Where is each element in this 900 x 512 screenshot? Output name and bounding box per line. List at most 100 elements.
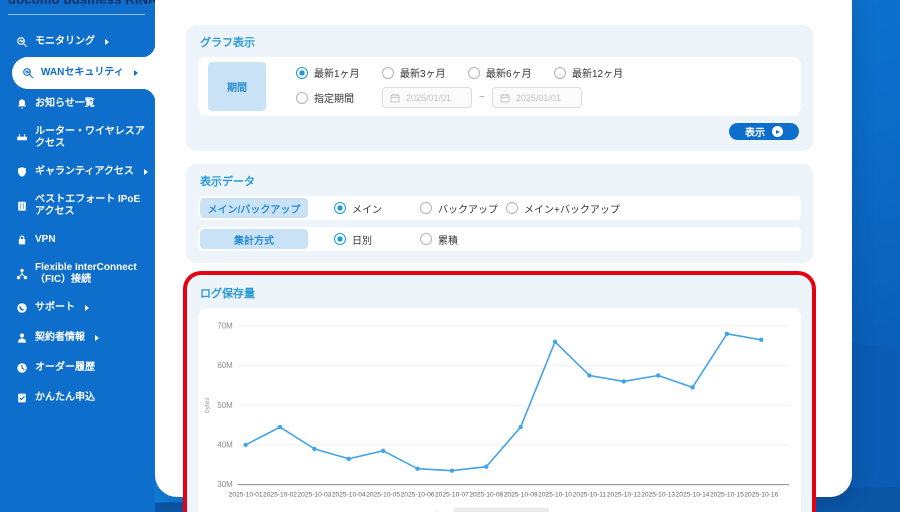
show-button-label: 表示	[745, 128, 765, 139]
chevron-right-icon	[95, 335, 99, 341]
radio-label: 最新12ヶ月	[572, 69, 624, 80]
radio-icon	[382, 66, 394, 79]
sidebar-item-best-effort-ipoe[interactable]: ベストエフォート IPoEアクセス	[0, 187, 155, 225]
svg-text:2025-10-13: 2025-10-13	[641, 491, 675, 498]
sidebar-item-label: 契約者情報	[35, 331, 85, 343]
bell-icon	[16, 98, 28, 110]
svg-text:bytes: bytes	[204, 398, 211, 413]
date-range-separator: ~	[479, 92, 485, 103]
sidebar-nav: モニタリング WANセキュリティ お知らせ一覧 ルーター・ワイヤレスアクセス ギ…	[0, 15, 155, 413]
sidebar-item-label: オーダー履歴	[35, 361, 95, 373]
chevron-right-icon	[85, 305, 89, 311]
svg-text:2025-10-16: 2025-10-16	[744, 491, 778, 498]
sidebar-item-contractor-info[interactable]: 契約者情報	[0, 323, 155, 353]
display-data-panel: 表示データ メイン/バックアップ メイン バックアップ メイン+バックアップ 集…	[186, 164, 813, 263]
sidebar-item-label: かんたん申込	[35, 391, 95, 403]
svg-text:2025-10-01: 2025-10-01	[229, 491, 263, 498]
radio-label: 累積	[438, 235, 458, 247]
radio-label: 最新3ヶ月	[400, 69, 446, 80]
sidebar-item-label: ベストエフォート IPoEアクセス	[35, 193, 141, 218]
radio-icon	[420, 202, 432, 214]
chevron-right-icon	[105, 39, 109, 45]
svg-text:2025-10-09: 2025-10-09	[504, 491, 538, 498]
sidebar-item-easy-application[interactable]: かんたん申込	[0, 383, 155, 413]
radio-main-plus-backup[interactable]: メイン+バックアップ	[506, 201, 620, 216]
radio-label: 日別	[352, 235, 372, 247]
radio-label: メイン+バックアップ	[524, 204, 620, 216]
content-card: グラフ表示 期間 最新1ヶ月 最新3ヶ月 最新6ヶ月 最新12ヶ月 指定期間 2…	[155, 0, 852, 512]
radio-icon	[554, 66, 566, 79]
radio-label: 最新1ヶ月	[314, 69, 360, 80]
sidebar-item-wan-security[interactable]: WANセキュリティ	[12, 44, 155, 102]
radio-latest-12months[interactable]: 最新12ヶ月	[554, 65, 640, 80]
radio-label: 指定期間	[314, 94, 354, 105]
brand-logo-text: docomo business RINK	[8, 0, 155, 7]
radio-main[interactable]: メイン	[334, 201, 420, 216]
radio-label: 最新6ヶ月	[486, 69, 532, 80]
display-data-title: 表示データ	[200, 176, 255, 188]
svg-text:2025-10-15: 2025-10-15	[710, 491, 744, 498]
radio-latest-3months[interactable]: 最新3ヶ月	[382, 65, 468, 80]
svg-text:40M: 40M	[217, 440, 232, 449]
radio-cumulative[interactable]: 累積	[420, 232, 506, 247]
svg-text:2025-10-12: 2025-10-12	[607, 491, 641, 498]
sidebar-item-label: VPN	[35, 233, 56, 245]
aggregation-label: 集計方式	[200, 229, 308, 249]
date-from-input[interactable]: 2025/01/01	[382, 87, 472, 108]
graph-display-panel: グラフ表示 期間 最新1ヶ月 最新3ヶ月 最新6ヶ月 最新12ヶ月 指定期間 2…	[186, 25, 813, 151]
date-to-value: 2025/01/01	[515, 92, 561, 103]
radio-daily[interactable]: 日別	[334, 232, 420, 247]
log-chart-svg: 30M 40M 50M 60M 70M bytes 2025-10-01 2025-10-02…	[204, 321, 790, 512]
sidebar-item-monitoring[interactable]: モニタリング	[0, 27, 155, 57]
shield-icon	[16, 166, 28, 178]
chevron-right-icon	[143, 169, 148, 175]
sidebar-item-notices[interactable]: お知らせ一覧	[0, 89, 155, 119]
svg-text:2025-10-06: 2025-10-06	[401, 491, 435, 498]
sidebar-item-router-wireless[interactable]: ルーター・ワイヤレスアクセス	[0, 119, 155, 157]
radio-latest-1month[interactable]: 最新1ヶ月	[296, 65, 382, 80]
main-backup-label: メイン/バックアップ	[200, 198, 308, 218]
chevron-right-icon	[133, 70, 138, 76]
brand-logo[interactable]: docomo business RINK	[0, 0, 155, 12]
button-row: 表示	[198, 116, 801, 141]
svg-text:2025-10-08: 2025-10-08	[469, 491, 503, 498]
chart-box: 30M 40M 50M 60M 70M bytes 2025-10-01 2025-10-02…	[198, 308, 801, 512]
show-button[interactable]: 表示	[729, 123, 799, 140]
sidebar-item-label: モニタリング	[35, 35, 95, 47]
calendar-icon	[500, 93, 510, 102]
sidebar-item-label: ギャランティアクセス	[35, 165, 134, 177]
period-options: 最新1ヶ月 最新3ヶ月 最新6ヶ月 最新12ヶ月 指定期間 2025/01/01…	[296, 62, 791, 111]
svg-text:2025-10-04: 2025-10-04	[332, 491, 366, 498]
radio-icon	[334, 233, 346, 245]
date-to-input[interactable]: 2025/01/01	[491, 87, 582, 108]
sidebar-item-guarantee-access[interactable]: ギャランティアクセス	[0, 157, 155, 187]
main-backup-row: メイン/バックアップ メイン バックアップ メイン+バックアップ	[198, 196, 801, 220]
radio-icon	[296, 91, 308, 104]
sidebar-item-order-history[interactable]: オーダー履歴	[0, 353, 155, 383]
svg-text:2025-10-03: 2025-10-03	[297, 491, 331, 498]
building-icon	[16, 200, 28, 212]
log-chart-title: ログ保存量	[200, 288, 255, 300]
period-custom-row: 指定期間 2025/01/01 ~ 2025/01/01	[296, 87, 791, 108]
period-box: 期間 最新1ヶ月 最新3ヶ月 最新6ヶ月 最新12ヶ月 指定期間 2025/01…	[198, 57, 801, 116]
calendar-icon	[390, 93, 400, 102]
lock-icon	[16, 234, 28, 246]
graph-display-title: グラフ表示	[200, 37, 255, 49]
sidebar-item-fic[interactable]: Flexible InterConnect（FIC）接続	[0, 255, 155, 293]
support-icon	[16, 302, 28, 314]
sidebar-item-label: WANセキュリティ	[41, 66, 124, 78]
radio-icon	[420, 233, 432, 245]
router-icon	[16, 132, 28, 144]
radio-latest-6months[interactable]: 最新6ヶ月	[468, 65, 554, 80]
svg-text:30M: 30M	[217, 480, 232, 489]
svg-text:2025-10-11: 2025-10-11	[573, 491, 607, 498]
play-circle-icon	[772, 126, 783, 137]
wan-security-icon	[22, 67, 34, 79]
period-preset-row: 最新1ヶ月 最新3ヶ月 最新6ヶ月 最新12ヶ月	[296, 65, 791, 80]
radio-backup[interactable]: バックアップ	[420, 201, 506, 216]
sidebar-item-support[interactable]: サポート	[0, 293, 155, 323]
sidebar-item-vpn[interactable]: VPN	[0, 225, 155, 255]
clock-icon	[16, 362, 28, 374]
radio-custom-period[interactable]: 指定期間	[296, 90, 382, 105]
aggregation-row: 集計方式 日別 累積	[198, 227, 801, 251]
